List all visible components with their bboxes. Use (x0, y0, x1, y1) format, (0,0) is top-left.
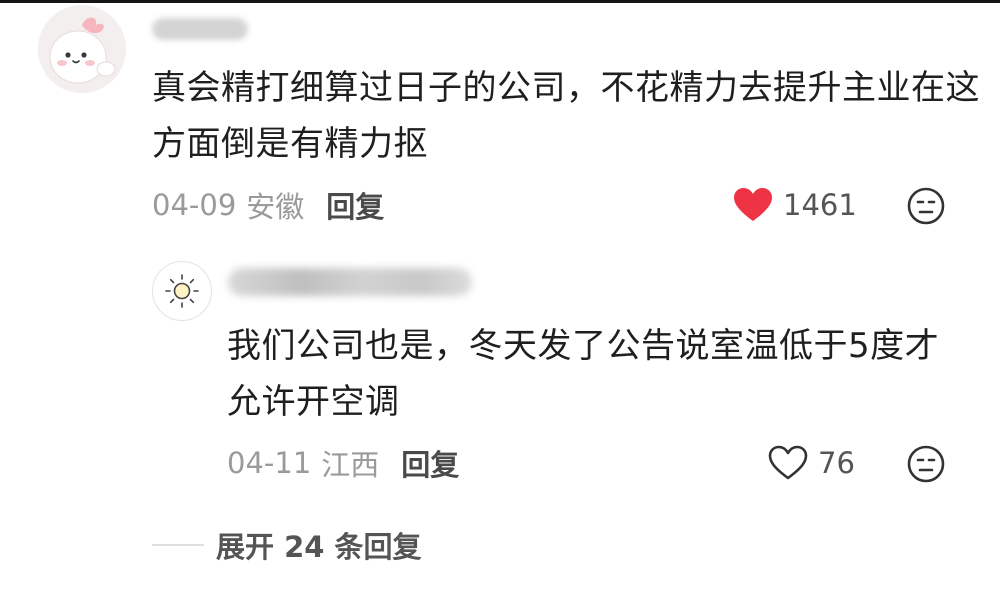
heart-filled-icon (734, 188, 772, 221)
neutral-face-icon (907, 187, 945, 225)
replier-username-blurred[interactable] (228, 268, 472, 296)
expand-divider-line (152, 544, 204, 546)
expand-replies-button[interactable]: 展开 24 条回复 (152, 523, 422, 567)
expand-replies-label: 展开 24 条回复 (216, 530, 422, 564)
reply-text: 我们公司也是，冬天发了公告说室温低于5度才允许开空调 (227, 326, 940, 422)
dislike-button[interactable] (906, 186, 946, 226)
reply-region: 江西 (321, 448, 380, 482)
neutral-face-icon (907, 445, 945, 483)
comment-region: 安徽 (246, 190, 305, 224)
like-count: 1461 (783, 188, 857, 222)
reply-button[interactable]: 回复 (326, 184, 384, 226)
top-edge-bar (0, 0, 1000, 3)
comment-meta: 04-09 安徽 回复 (152, 185, 384, 225)
reply-to-reply-button[interactable]: 回复 (401, 442, 459, 484)
replier-avatar[interactable] (152, 261, 212, 321)
heart-outline-icon (768, 445, 808, 480)
reply-like-button[interactable]: 76 (768, 443, 855, 483)
comment-date: 04-09 (152, 188, 237, 222)
reply-meta: 04-11 江西 回复 (227, 443, 459, 483)
reply-date: 04-11 (227, 446, 312, 480)
like-button[interactable]: 1461 (733, 185, 857, 225)
reply-dislike-button[interactable] (906, 444, 946, 484)
cartoon-avatar-icon (38, 5, 126, 93)
sun-avatar-icon (165, 274, 199, 308)
comment-text: 真会精打细算过日子的公司，不花精力去提升主业在这方面倒是有精力抠 (152, 68, 980, 164)
commenter-username-blurred[interactable] (152, 18, 248, 40)
commenter-avatar[interactable] (38, 5, 126, 93)
reply-like-count: 76 (818, 446, 855, 480)
